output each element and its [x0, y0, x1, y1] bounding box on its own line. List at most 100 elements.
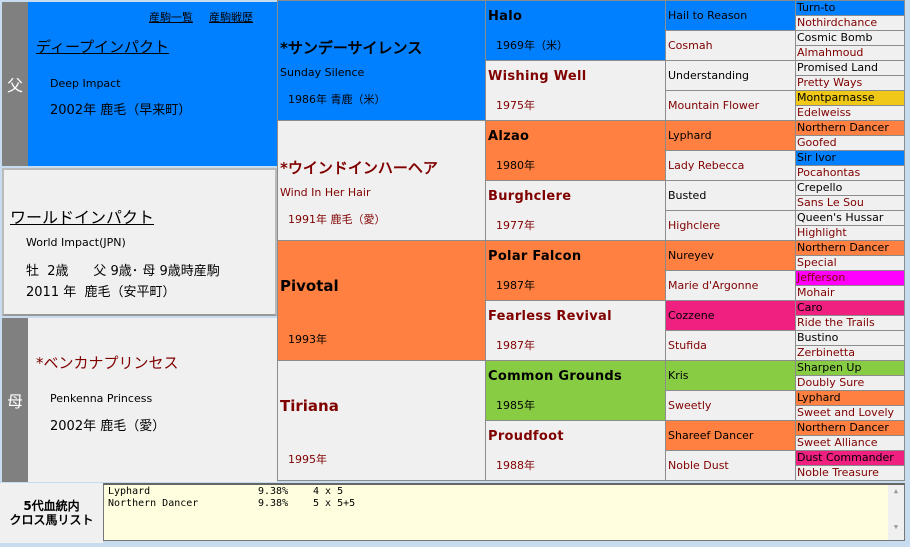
gen5-horse[interactable]: Sir Ivor	[795, 150, 905, 166]
gen5-horse[interactable]: Turn-to	[795, 0, 905, 16]
cross-row: Northern Dancer 9.38% 5 x 5+5	[106, 498, 902, 510]
gen4-horse[interactable]: Lady Rebecca	[665, 150, 796, 181]
gen3-horse[interactable]: Proudfoot 1988年	[485, 420, 666, 481]
cross-list-box[interactable]: Lyphard 9.38% 4 x 5 Northern Dancer 9.38% 5 x…	[103, 483, 905, 541]
horse-year: 1969年（米）	[496, 39, 568, 52]
horse-name: Ride the Trails	[797, 316, 875, 329]
gen5-horse[interactable]: Montparnasse	[795, 90, 905, 106]
horse-name: Cozzene	[668, 309, 715, 322]
offspring-record-link[interactable]: 産駒戦歴	[209, 9, 253, 25]
gen5-horse[interactable]: Northern Dancer	[795, 420, 905, 436]
horse-name: Cosmah	[668, 39, 713, 52]
gen3-horse[interactable]: Wishing Well 1975年	[485, 60, 666, 121]
gen5-horse[interactable]: Queen's Hussar	[795, 210, 905, 226]
gen5-horse[interactable]: Zerbinetta	[795, 345, 905, 361]
offspring-list-link[interactable]: 産駒一覧	[149, 9, 193, 25]
horse-name: Doubly Sure	[797, 376, 865, 389]
gen4-horse[interactable]: Shareef Dancer	[665, 420, 796, 451]
cross-pattern: 5 x 5+5	[313, 498, 356, 509]
horse-name: Caro	[797, 301, 823, 314]
gen4-horse[interactable]: Cozzene	[665, 300, 796, 331]
gen5-horse[interactable]: Northern Dancer	[795, 120, 905, 136]
subject-panel: ワールドインパクト World Impact(JPN) 牡 2歳 父 9歳･ 母…	[2, 168, 277, 316]
horse-name: Alzao	[488, 129, 530, 144]
gen4-horse[interactable]: Sweetly	[665, 390, 796, 421]
gen5-horse[interactable]: Promised Land	[795, 60, 905, 76]
horse-name: Sweetly	[668, 399, 712, 412]
gen4-horse[interactable]: Lyphard	[665, 120, 796, 151]
horse-year: 1987年	[496, 339, 535, 352]
gen5-horse[interactable]: Pretty Ways	[795, 75, 905, 91]
gen5-horse[interactable]: Sweet Alliance	[795, 435, 905, 451]
gen5-horse[interactable]: Pocahontas	[795, 165, 905, 181]
gen5-horse[interactable]: Sweet and Lovely	[795, 405, 905, 421]
gen4-horse[interactable]: Cosmah	[665, 30, 796, 61]
gen5-horse[interactable]: Bustino	[795, 330, 905, 346]
horse-name: Burghclere	[488, 189, 572, 204]
cross-list-label: 5代血統内 クロス馬リスト	[9, 499, 94, 527]
gen5-horse[interactable]: Northern Dancer	[795, 240, 905, 256]
horse-name: Halo	[488, 9, 523, 24]
gen5-horse[interactable]: Ride the Trails	[795, 315, 905, 331]
gen5-horse[interactable]: Noble Treasure	[795, 465, 905, 481]
sire-name[interactable]: ディープインパクト	[36, 36, 169, 57]
gen5-horse[interactable]: Cosmic Bomb	[795, 30, 905, 46]
gen5-horse[interactable]: Mohair	[795, 285, 905, 301]
gen5-horse[interactable]: Caro	[795, 300, 905, 316]
horse-name: Turn-to	[797, 1, 836, 14]
horse-year: 1986年 青鹿（米）	[288, 93, 386, 106]
gen3-horse[interactable]: Polar Falcon 1987年	[485, 240, 666, 301]
horse-year: 1993年	[288, 333, 327, 346]
horse-name: Common Grounds	[488, 369, 623, 384]
gen5-horse[interactable]: Special	[795, 255, 905, 271]
horse-year: 1985年	[496, 399, 535, 412]
horse-name: Hail to Reason	[668, 9, 748, 22]
gen4-horse[interactable]: Busted	[665, 180, 796, 211]
gen4-horse[interactable]: Highclere	[665, 210, 796, 241]
gen5-horse[interactable]: Dust Commander	[795, 450, 905, 466]
horse-name: Sir Ivor	[797, 151, 837, 164]
gen5-horse[interactable]: Goofed	[795, 135, 905, 151]
horse-name: Mountain Flower	[668, 99, 760, 112]
gen5-horse[interactable]: Doubly Sure	[795, 375, 905, 391]
gen4-horse[interactable]: Hail to Reason	[665, 0, 796, 31]
gen2-horse[interactable]: Tiriana 1995年	[277, 360, 486, 481]
horse-year: 1995年	[288, 453, 327, 466]
gen4-horse[interactable]: Nureyev	[665, 240, 796, 271]
cross-percent: 9.38%	[258, 486, 289, 497]
horse-name: Montparnasse	[797, 91, 875, 104]
gen2-horse[interactable]: Pivotal 1993年	[277, 240, 486, 361]
gen4-horse[interactable]: Understanding	[665, 60, 796, 91]
gen3-horse[interactable]: Fearless Revival 1987年	[485, 300, 666, 361]
gen3-horse[interactable]: Alzao 1980年	[485, 120, 666, 181]
gen5-horse[interactable]: Sans Le Sou	[795, 195, 905, 211]
gen4-horse[interactable]: Marie d'Argonne	[665, 270, 796, 301]
horse-name: Zerbinetta	[797, 346, 855, 359]
horse-name: Queen's Hussar	[797, 211, 884, 224]
cross-list-scrollbar[interactable]: ▲ ▼	[888, 485, 904, 540]
gen2-horse[interactable]: *サンデーサイレンス Sunday Silence 1986年 青鹿（米）	[277, 0, 486, 121]
horse-name: Stufida	[668, 339, 707, 352]
gen4-horse[interactable]: Stufida	[665, 330, 796, 361]
gen3-horse[interactable]: Burghclere 1977年	[485, 180, 666, 241]
dam-name[interactable]: *ベンカナプリンセス	[36, 352, 179, 373]
gen5-horse[interactable]: Nothirdchance	[795, 15, 905, 31]
gen5-horse[interactable]: Edelweiss	[795, 105, 905, 121]
gen5-horse[interactable]: Jefferson	[795, 270, 905, 286]
gen5-horse[interactable]: Almahmoud	[795, 45, 905, 61]
sire-panel: 父 産駒一覧 産駒戦歴 ディープインパクト Deep Impact 2002年 …	[2, 2, 277, 166]
gen3-horse[interactable]: Common Grounds 1985年	[485, 360, 666, 421]
gen5-horse[interactable]: Highlight	[795, 225, 905, 241]
horse-name: Mohair	[797, 286, 835, 299]
gen4-horse[interactable]: Noble Dust	[665, 450, 796, 481]
gen4-horse[interactable]: Kris	[665, 360, 796, 391]
gen2-horse[interactable]: *ウインドインハーヘア Wind In Her Hair 1991年 鹿毛（愛）	[277, 120, 486, 241]
gen4-horse[interactable]: Mountain Flower	[665, 90, 796, 121]
gen5-horse[interactable]: Lyphard	[795, 390, 905, 406]
gen5-horse[interactable]: Crepello	[795, 180, 905, 196]
dam-english-name: Penkenna Princess	[50, 392, 153, 405]
dam-panel: 母 *ベンカナプリンセス Penkenna Princess 2002年 鹿毛（…	[2, 318, 277, 482]
gen5-horse[interactable]: Sharpen Up	[795, 360, 905, 376]
gen3-horse[interactable]: Halo 1969年（米）	[485, 0, 666, 61]
horse-year: 1991年 鹿毛（愛）	[288, 213, 386, 226]
